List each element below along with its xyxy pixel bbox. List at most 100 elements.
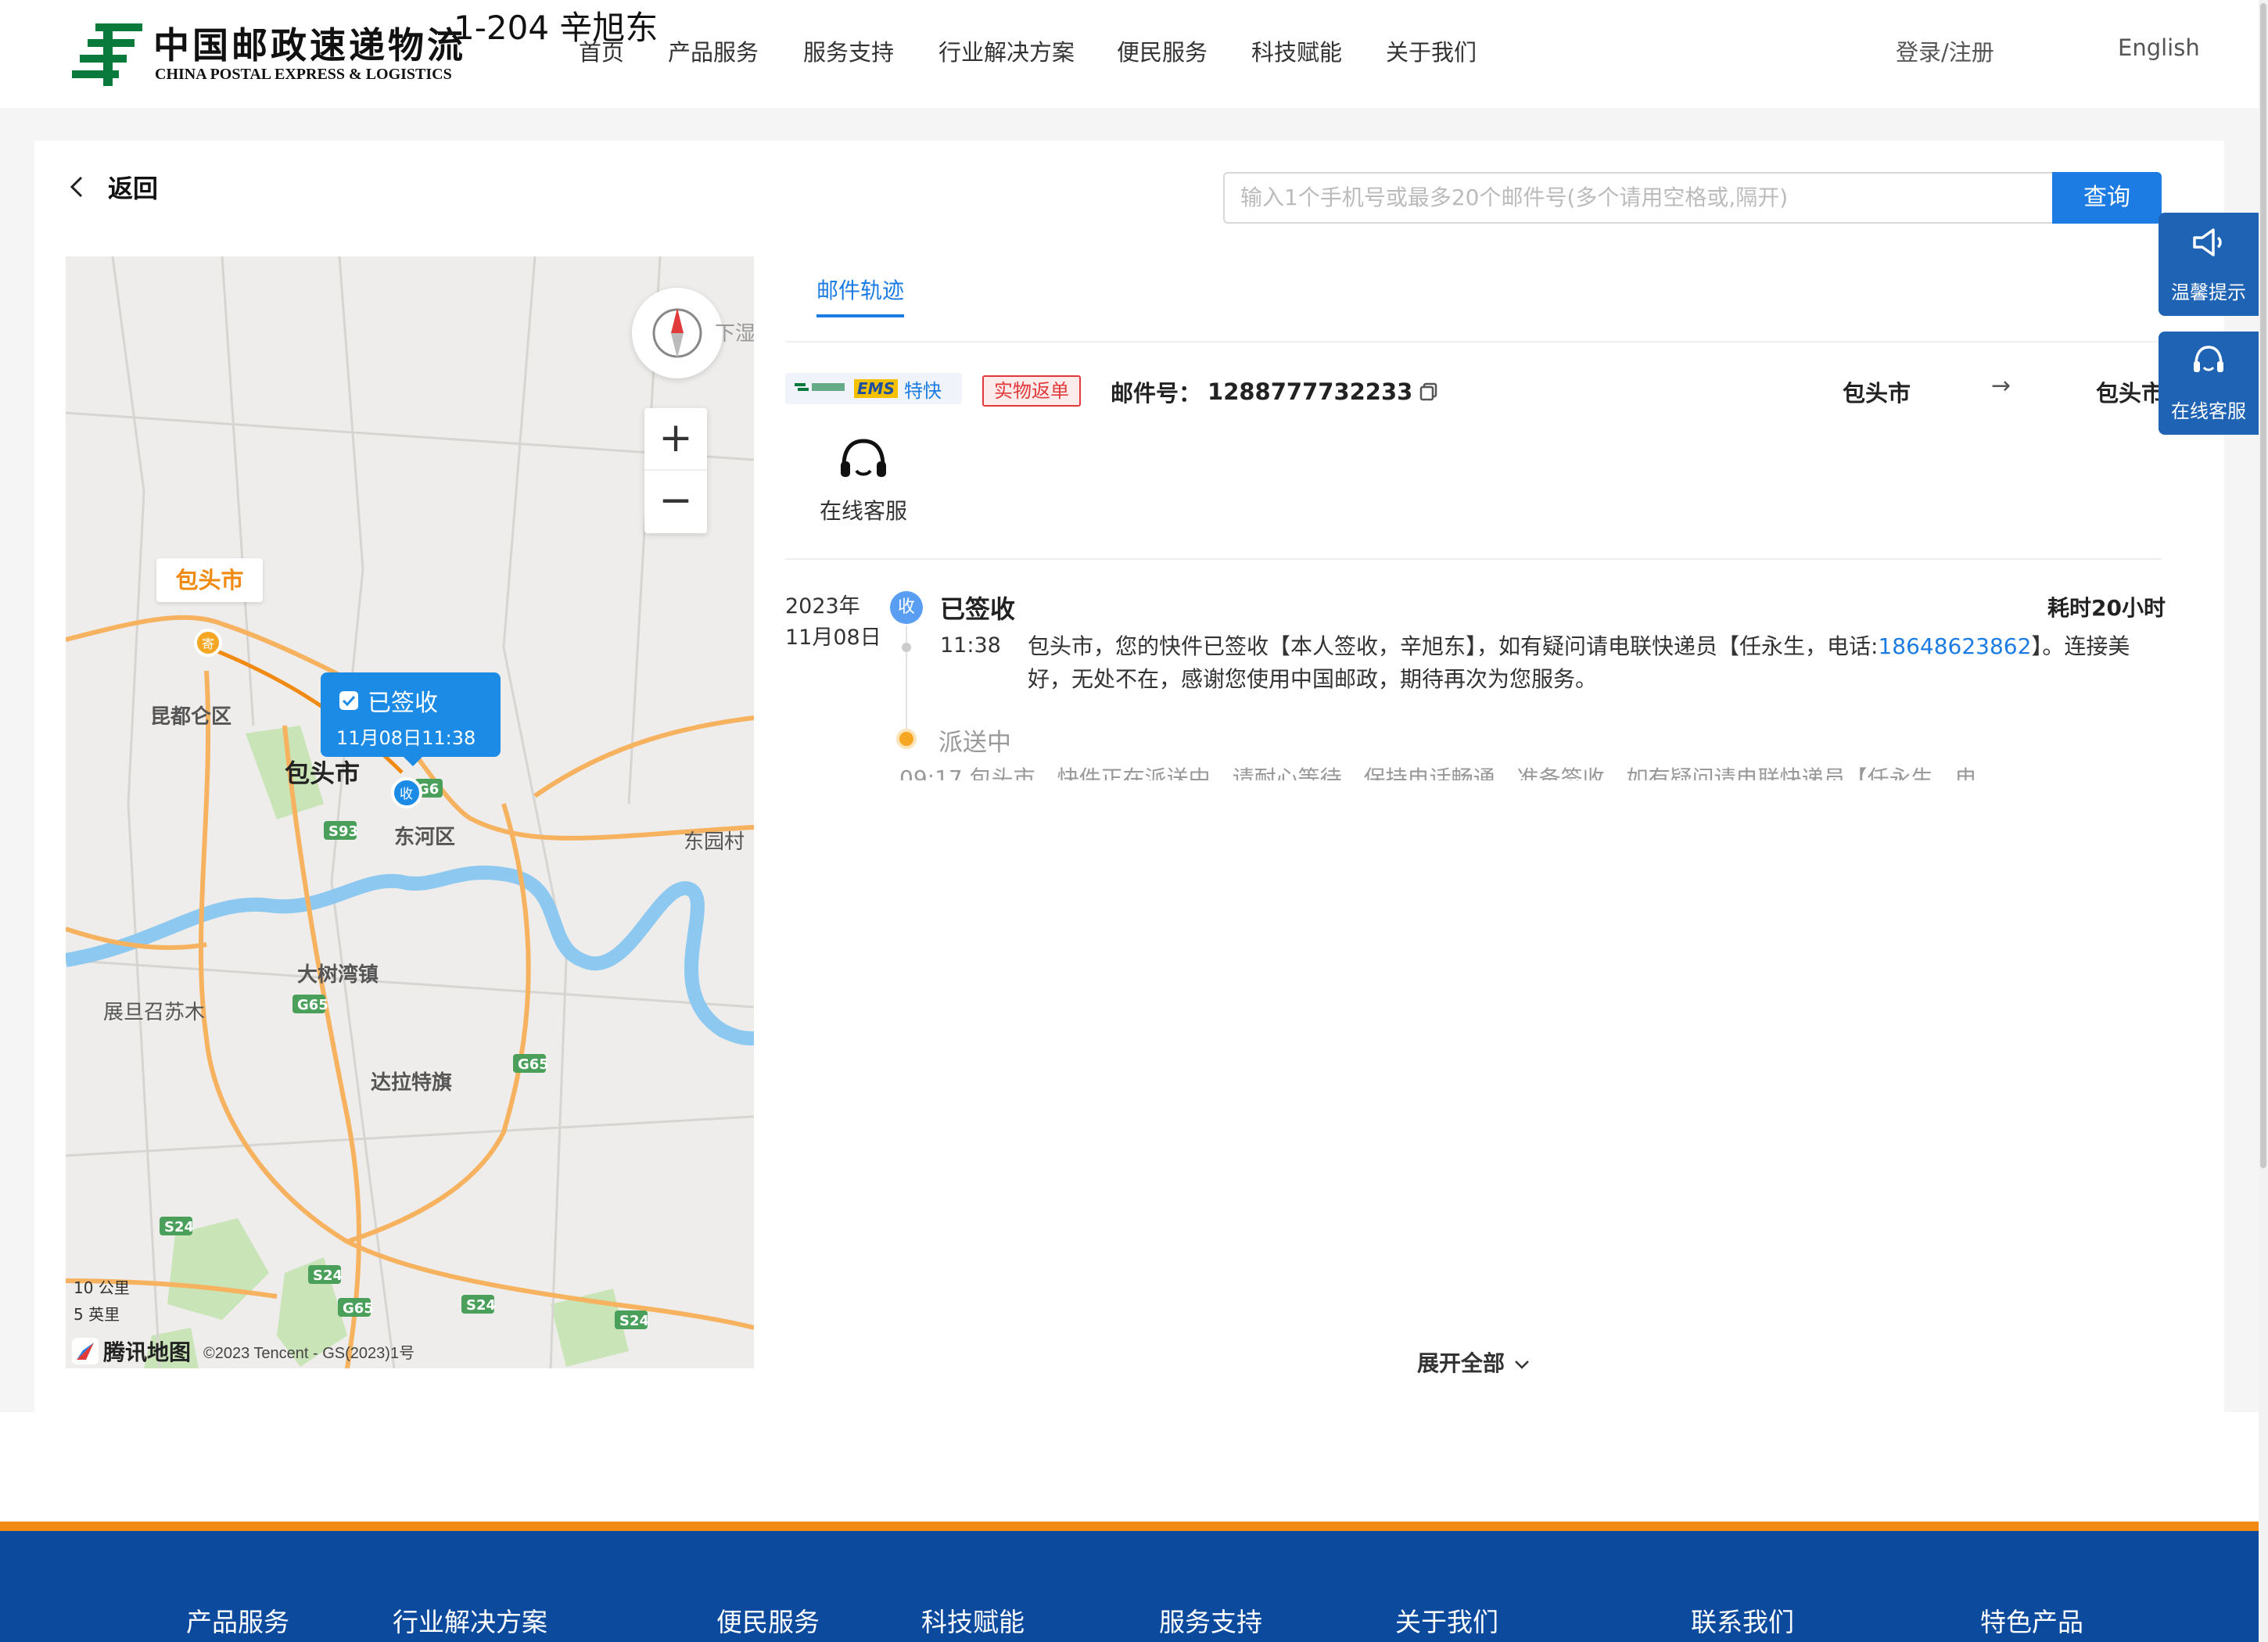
footer-link-products[interactable]: 产品服务 xyxy=(186,1601,289,1639)
megaphone-icon xyxy=(2193,228,2222,256)
nav-about[interactable]: 关于我们 xyxy=(1386,34,1477,67)
road-badge-g65-2: G65 xyxy=(518,1056,549,1073)
checkbox-checked-icon xyxy=(339,691,358,710)
timeline-day: 11月08日 xyxy=(785,626,881,650)
faded-entry-text: 09:17 包头市，快件正在派送中，请耐心等待，保持电话畅通，准备签收，如有疑问… xyxy=(899,765,1977,780)
waybill-value: 1288777732233 xyxy=(1208,378,1413,405)
tencent-map-icon xyxy=(72,1338,99,1364)
map-label-donghe: 东河区 xyxy=(394,826,456,849)
timeline-dot xyxy=(902,643,911,652)
expand-all-button[interactable]: 展开全部 xyxy=(1417,1346,1531,1378)
timeline-time: 11:38 xyxy=(940,633,1001,658)
desc-part-1: 包头市，您的快件已签收【本人签收，辛旭东】，如有疑问请电联快递员【任永生，电话: xyxy=(1028,633,1879,659)
footer-link-support[interactable]: 服务支持 xyxy=(1159,1601,1262,1639)
origin-city: 包头市 xyxy=(1843,380,1911,407)
nav-home[interactable]: 首页 xyxy=(579,34,624,67)
origin-marker-char: 寄 xyxy=(202,636,214,651)
map-label-kundulun: 昆都仑区 xyxy=(150,705,232,729)
signed-badge: 收 xyxy=(890,591,923,624)
nav-solutions[interactable]: 行业解决方案 xyxy=(938,34,1075,67)
timeline-status: 已签收 xyxy=(940,594,1016,624)
online-service-side-label: 在线客服 xyxy=(2171,400,2246,422)
road-badge-g65-3: G65 xyxy=(343,1300,374,1317)
map-label-dongyuan: 东园村 xyxy=(684,830,745,854)
language-switch[interactable]: English xyxy=(2118,34,2200,61)
footer-accent-stripe xyxy=(0,1522,2259,1531)
ems-carrier-logo: EMS 特快 xyxy=(785,373,962,404)
nav-support[interactable]: 服务支持 xyxy=(803,34,894,67)
road-badge-s24-2: S24 xyxy=(313,1267,343,1284)
china-post-emblem-icon xyxy=(72,23,142,86)
copy-icon[interactable] xyxy=(1419,382,1439,402)
ems-mark: EMS xyxy=(854,379,898,398)
map-label-xiashi: 下湿 xyxy=(715,322,754,346)
destination-city: 包头市 xyxy=(2096,380,2165,407)
footer-link-about[interactable]: 关于我们 xyxy=(1395,1601,1498,1639)
nav-products[interactable]: 产品服务 xyxy=(668,34,759,67)
compass-control[interactable] xyxy=(632,288,723,378)
scrollbar-thumb[interactable] xyxy=(2260,3,2266,1168)
scale-km: 10 公里 xyxy=(74,1278,130,1297)
chevron-left-icon xyxy=(70,176,83,198)
footer-link-convenience[interactable]: 便民服务 xyxy=(716,1601,820,1639)
route-arrow-icon: → xyxy=(1991,372,2011,400)
divider xyxy=(785,341,2162,342)
headset-icon xyxy=(841,439,886,477)
chevron-down-icon xyxy=(1514,1361,1529,1369)
timeline-date: 2023年 11月08日 xyxy=(785,591,881,654)
nav-technology[interactable]: 科技赋能 xyxy=(1251,34,1342,67)
footer-link-solutions[interactable]: 行业解决方案 xyxy=(393,1601,547,1639)
footer-link-technology[interactable]: 科技赋能 xyxy=(921,1601,1025,1639)
tips-side-button[interactable]: 温馨提示 xyxy=(2159,213,2259,316)
timeline-connector xyxy=(906,626,907,735)
login-register-link[interactable]: 登录/注册 xyxy=(1896,34,1994,67)
tracking-map[interactable]: S93 G65 G65 S24 S24 G65 S24 S24 G6 寄 收 +… xyxy=(66,256,754,1368)
china-post-logo[interactable]: 中国邮政速递物流 CHINA POSTAL EXPRESS & LOGISTIC… xyxy=(72,14,479,92)
waybill-label: 邮件号： xyxy=(1111,380,1202,407)
map-label-zhandan: 展旦召苏木 xyxy=(103,1001,206,1024)
zoom-out-button[interactable]: − xyxy=(644,471,707,533)
expand-all-label: 展开全部 xyxy=(1417,1350,1505,1376)
map-label-dalate: 达拉特旗 xyxy=(371,1071,453,1095)
road-badge-g65-1: G65 xyxy=(297,997,328,1013)
footer-link-contact[interactable]: 联系我们 xyxy=(1691,1601,1794,1639)
footer-link-featured[interactable]: 特色产品 xyxy=(1980,1601,2083,1639)
nav-convenience[interactable]: 便民服务 xyxy=(1117,34,1208,67)
compass-icon xyxy=(652,308,702,358)
popup-status: 已签收 xyxy=(338,683,438,718)
map-label-dashuwan: 大树湾镇 xyxy=(297,963,379,987)
destination-marker-char: 收 xyxy=(400,787,413,802)
tab-active-indicator xyxy=(816,314,904,317)
top-header: 中国邮政速递物流 CHINA POSTAL EXPRESS & LOGISTIC… xyxy=(0,0,2259,108)
back-button[interactable]: 返回 xyxy=(69,169,158,205)
site-footer xyxy=(0,1531,2259,1642)
tab-mail-track[interactable]: 邮件轨迹 xyxy=(816,274,904,305)
waybill-number: 邮件号： 1288777732233 xyxy=(1111,375,1439,408)
courier-phone-link[interactable]: 18648623862 xyxy=(1878,633,2031,659)
zoom-in-button[interactable]: + xyxy=(644,408,707,471)
tracking-popup[interactable]: 已签收 11月08日11:38 xyxy=(321,672,501,766)
divider xyxy=(785,558,2162,560)
ems-express-text: 特快 xyxy=(903,379,942,402)
headset-icon xyxy=(2194,346,2223,372)
scale-mi: 5 英里 xyxy=(74,1305,120,1324)
timeline-description: 包头市，您的快件已签收【本人签收，辛旭东】，如有疑问请电联快递员【任永生，电话:… xyxy=(1028,630,2151,696)
timeline-year: 2023年 xyxy=(785,594,860,618)
popup-tail xyxy=(402,755,424,766)
origin-city-pin[interactable]: 包头市 xyxy=(156,558,263,602)
road-badge-s24-3: S24 xyxy=(466,1297,496,1314)
road-badge-s24-4: S24 xyxy=(619,1313,649,1329)
online-service-side-button[interactable]: 在线客服 xyxy=(2159,332,2259,435)
china-post-mini-icon xyxy=(795,383,845,391)
timeline-status-delivering: 派送中 xyxy=(938,729,1011,757)
search-button[interactable]: 查询 xyxy=(2052,172,2162,224)
map-copyright: ©2023 Tencent - GS(2023)1号 xyxy=(203,1345,415,1362)
popup-time: 11月08日11:38 xyxy=(336,727,476,749)
logo-english-text: CHINA POSTAL EXPRESS & LOGISTICS xyxy=(155,66,452,83)
online-service-button[interactable]: 在线客服 xyxy=(816,435,910,525)
online-service-label: 在线客服 xyxy=(819,498,907,524)
map-scale: 10 公里 5 英里 xyxy=(74,1275,130,1328)
back-label: 返回 xyxy=(108,174,159,203)
tencent-map-logo[interactable]: 腾讯地图 xyxy=(72,1335,191,1367)
search-input[interactable]: 输入1个手机号或最多20个邮件号(多个请用空格或,隔开) xyxy=(1223,172,2052,224)
